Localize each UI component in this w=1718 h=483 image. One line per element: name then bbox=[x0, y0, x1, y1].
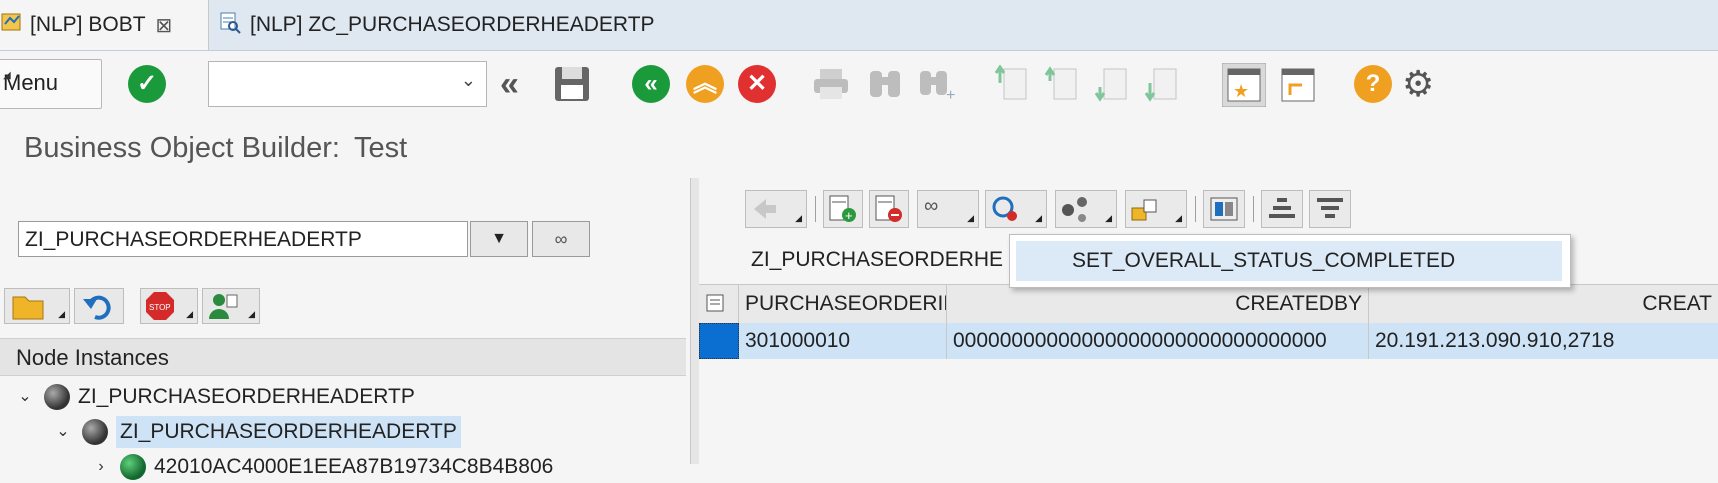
create-session-icon[interactable]: ★ bbox=[1221, 62, 1267, 113]
command-field[interactable]: ⌄ bbox=[208, 61, 487, 107]
display-glasses-button[interactable]: ∞ bbox=[532, 221, 590, 257]
table-cell[interactable]: 20.191.213.090.910,2718 bbox=[1369, 323, 1718, 359]
back-double-icon[interactable]: « bbox=[500, 65, 519, 104]
user-button[interactable]: ◢ bbox=[202, 288, 260, 324]
back-icon[interactable]: « bbox=[632, 65, 670, 103]
chevron-down-icon[interactable]: ⌄ bbox=[14, 381, 36, 413]
tab-purchaseorder[interactable]: [NLP] ZC_PURCHASEORDERHEADERTP bbox=[218, 0, 655, 50]
print-icon[interactable] bbox=[812, 67, 850, 107]
compare-button[interactable] bbox=[1203, 190, 1245, 228]
chevron-down-icon[interactable]: ⌄ bbox=[461, 70, 476, 91]
cancel-icon[interactable]: ✕ bbox=[738, 65, 776, 103]
row-selector[interactable] bbox=[699, 323, 739, 359]
context-menu-item-set-overall-status-completed[interactable]: SET_OVERALL_STATUS_COMPLETED bbox=[1016, 241, 1562, 281]
sort-button[interactable] bbox=[1261, 190, 1303, 228]
arrow-left-icon bbox=[754, 199, 776, 219]
chevron-right-icon[interactable]: › bbox=[90, 451, 112, 483]
display-button[interactable]: ∞ ◢ bbox=[917, 190, 979, 228]
user-icon bbox=[209, 294, 238, 319]
table-header: PURCHASEORDERID CREATEDBY CREAT bbox=[699, 284, 1718, 324]
settings-icon[interactable]: ⚙ bbox=[1402, 63, 1434, 105]
stop-button[interactable]: STOP ◢ bbox=[140, 288, 198, 324]
action-gear-icon bbox=[992, 196, 1017, 221]
tree-node-label: ZI_PURCHASEORDERHEADERTP bbox=[116, 416, 461, 448]
glasses-icon: ∞ bbox=[554, 229, 568, 249]
previous-page-icon[interactable] bbox=[1044, 65, 1080, 109]
tab-bobt[interactable]: [NLP] BOBT ⊠ bbox=[0, 0, 209, 50]
enter-icon[interactable]: ✓ bbox=[128, 65, 166, 103]
svg-text:★: ★ bbox=[1233, 81, 1249, 101]
folder-icon bbox=[12, 296, 44, 320]
exit-icon[interactable]: ︽ bbox=[686, 65, 724, 103]
bobt-icon bbox=[0, 10, 24, 40]
delete-row-button[interactable] bbox=[869, 190, 909, 228]
triangle-down-icon: ▼ bbox=[491, 230, 507, 247]
dropdown-button[interactable]: ▼ bbox=[470, 221, 528, 257]
table-cell[interactable]: 301000010 bbox=[739, 323, 947, 359]
column-header-creat[interactable]: CREAT bbox=[1369, 285, 1718, 323]
table-cell[interactable]: 00000000000000000000000000000000 bbox=[947, 323, 1369, 359]
determinations-button[interactable]: ◢ bbox=[1125, 190, 1187, 228]
shortcut-icon[interactable] bbox=[1278, 65, 1318, 111]
tree-node-label: ZI_PURCHASEORDERHEADERTP bbox=[78, 385, 415, 408]
sort-icon bbox=[1269, 198, 1295, 218]
column-header-createdby[interactable]: CREATEDBY bbox=[947, 285, 1369, 323]
svg-text:+: + bbox=[845, 208, 853, 223]
find-next-icon[interactable]: + bbox=[918, 67, 958, 107]
add-row-icon: + bbox=[829, 195, 856, 223]
actions-button[interactable]: ◢ bbox=[985, 190, 1047, 228]
stop-icon: STOP bbox=[146, 292, 174, 320]
tab-strip: [NLP] BOBT ⊠ [NLP] ZC_PURCHASEORDERHEADE… bbox=[0, 0, 1718, 51]
navigate-back-button[interactable]: ◢ bbox=[745, 190, 807, 228]
chevron-down-icon[interactable]: ⌄ bbox=[52, 416, 74, 448]
tree-node[interactable]: ⌄ ZI_PURCHASEORDERHEADERTP bbox=[14, 381, 415, 413]
undo-icon bbox=[83, 295, 111, 320]
create-row-button[interactable]: + bbox=[823, 190, 863, 228]
association-icon bbox=[1062, 197, 1087, 222]
tree-node-label: 42010AC4000E1EEA87B19734C8B4B806 bbox=[154, 455, 554, 478]
svg-text:+: + bbox=[946, 87, 955, 101]
help-icon[interactable]: ? bbox=[1354, 65, 1392, 103]
find-icon[interactable] bbox=[866, 67, 904, 107]
close-icon[interactable]: ⊠ bbox=[156, 13, 173, 38]
tree-node[interactable]: ⌄ ZI_PURCHASEORDERHEADERTP bbox=[52, 416, 461, 448]
node-ball-icon bbox=[44, 384, 70, 410]
context-menu: SET_OVERALL_STATUS_COMPLETED bbox=[1009, 234, 1571, 288]
associations-button[interactable]: ◢ bbox=[1055, 190, 1117, 228]
node-ball-icon bbox=[82, 419, 108, 445]
page-title: Business Object Builder: Test bbox=[24, 132, 407, 165]
tab-purchaseorder-label: [NLP] ZC_PURCHASEORDERHEADERTP bbox=[250, 13, 655, 36]
next-page-icon[interactable] bbox=[1094, 65, 1130, 109]
filter-icon bbox=[1317, 198, 1343, 218]
instance-ball-icon bbox=[120, 454, 146, 480]
left-pane: ZI_PURCHASEORDERHEADERTP ▼ ∞ ◢ STOP ◢ ◢ … bbox=[0, 178, 690, 480]
determination-icon bbox=[1131, 199, 1157, 221]
node-instances-header: Node Instances bbox=[0, 338, 686, 376]
undo-button[interactable] bbox=[74, 288, 124, 324]
glasses-icon: ∞ bbox=[924, 195, 939, 217]
tab-bobt-label: [NLP] BOBT bbox=[30, 13, 146, 36]
page-title-value: Test bbox=[353, 132, 408, 164]
compare-icon bbox=[1210, 197, 1238, 221]
tree-node[interactable]: › 42010AC4000E1EEA87B19734C8B4B806 bbox=[90, 451, 553, 483]
column-header-purchaseorderid[interactable]: PURCHASEORDERID bbox=[739, 285, 947, 323]
delete-row-icon bbox=[875, 195, 902, 222]
open-button[interactable]: ◢ bbox=[4, 288, 70, 324]
table-row[interactable]: 301000010 000000000000000000000000000000… bbox=[699, 323, 1718, 359]
page-title-label: Business Object Builder: bbox=[24, 132, 340, 164]
svg-text:STOP: STOP bbox=[149, 303, 171, 312]
main-toolbar: Menu ◢ ✓ ⌄ « « ︽ ✕ + ★ ? ⚙ bbox=[0, 51, 1718, 119]
filter-button[interactable] bbox=[1309, 190, 1351, 228]
select-all-icon[interactable] bbox=[699, 285, 739, 323]
table-title: ZI_PURCHASEORDERHE bbox=[751, 248, 1004, 271]
last-page-icon[interactable] bbox=[1144, 65, 1180, 109]
right-pane: ◢ + ∞ ◢ ◢ ◢ ◢ ZI_PURCHASEORDERHE PURCHAS… bbox=[699, 178, 1718, 464]
business-object-input[interactable]: ZI_PURCHASEORDERHEADERTP bbox=[18, 221, 468, 257]
save-icon[interactable] bbox=[553, 65, 591, 109]
first-page-icon[interactable] bbox=[994, 64, 1030, 109]
menu-button[interactable]: Menu ◢ bbox=[0, 59, 102, 109]
cds-view-icon bbox=[218, 10, 242, 40]
